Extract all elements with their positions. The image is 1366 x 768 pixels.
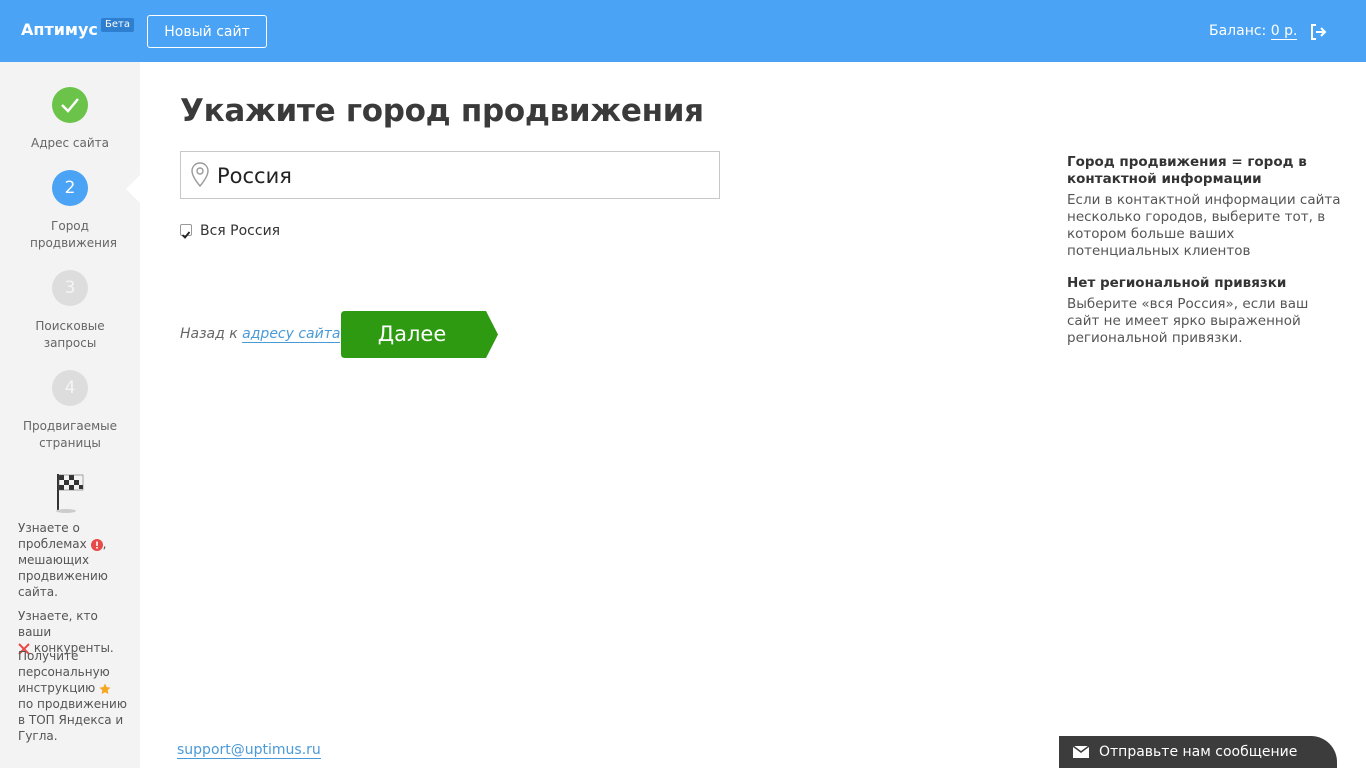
app-logo[interactable]: Аптимус — [21, 20, 98, 39]
back-nav: Назад к адресу сайта — [180, 326, 341, 343]
new-site-button[interactable]: Новый сайт — [147, 15, 267, 48]
note-instruction: Получите персональную инструкцию по прод… — [18, 649, 127, 743]
step-site-address[interactable]: Адрес сайта — [0, 87, 140, 152]
step-label: Продвигаемые страницы — [22, 419, 118, 450]
mail-icon — [1073, 746, 1089, 758]
step-number: 4 — [52, 370, 88, 406]
support-email-link[interactable]: support@uptimus.ru — [177, 742, 321, 759]
step-queries: 3 Поисковые запросы — [0, 270, 140, 352]
step-number: 3 — [52, 270, 88, 306]
steps-sidebar: Адрес сайта 2 Город продвижения 3 Поиско… — [0, 62, 140, 768]
back-to-address-link[interactable]: адресу сайта — [242, 326, 341, 343]
info-heading: Нет региональной привязки — [1067, 275, 1287, 291]
step-label: Поисковые запросы — [35, 319, 105, 350]
top-header: Аптимус Бета Новый сайт Баланс: 0 р. — [0, 0, 1366, 62]
city-input[interactable]: Россия — [180, 151, 720, 199]
next-button[interactable] — [341, 311, 499, 358]
all-russia-label[interactable]: Вся Россия — [200, 223, 280, 239]
step-pages: 4 Продвигаемые страницы — [0, 370, 140, 452]
note-problems: Узнаете о проблемах , мешающих продвижен… — [18, 521, 108, 599]
beta-badge: Бета — [101, 18, 134, 32]
check-icon — [52, 87, 88, 123]
step-number: 2 — [52, 170, 88, 206]
step-city[interactable]: 2 Город продвижения — [0, 170, 140, 252]
info-text: Выберите «вся Россия», если ваш сайт не … — [1067, 296, 1309, 346]
star-icon — [99, 683, 111, 694]
info-block-no-region: Нет региональной привязки Выберите «вся … — [1067, 275, 1342, 347]
finish-flag-icon — [56, 474, 84, 513]
chat-label: Отправьте нам сообщение — [1099, 744, 1298, 760]
info-text: Если в контактной информации сайта неско… — [1067, 192, 1341, 259]
all-russia-checkbox[interactable] — [180, 224, 192, 239]
alert-icon — [90, 538, 103, 551]
balance-label: Баланс: — [1209, 23, 1267, 39]
step-label: Адрес сайта — [30, 136, 109, 150]
logout-icon[interactable] — [1309, 23, 1327, 41]
balance: Баланс: 0 р. — [1209, 23, 1298, 40]
back-prefix: Назад к — [180, 326, 238, 342]
balance-value-link[interactable]: 0 р. — [1270, 23, 1298, 40]
step-label: Город продвижения — [30, 219, 118, 250]
info-block-city: Город продвижения = город в контактной и… — [1067, 154, 1342, 260]
chat-widget[interactable]: Отправьте нам сообщение — [1059, 736, 1337, 768]
location-pin-icon — [191, 162, 209, 188]
info-heading: Город продвижения = город в контактной и… — [1067, 154, 1307, 187]
checkmark-icon — [181, 231, 191, 239]
city-input-value: Россия — [217, 164, 292, 188]
page-title: Укажите город продвижения — [180, 93, 704, 129]
